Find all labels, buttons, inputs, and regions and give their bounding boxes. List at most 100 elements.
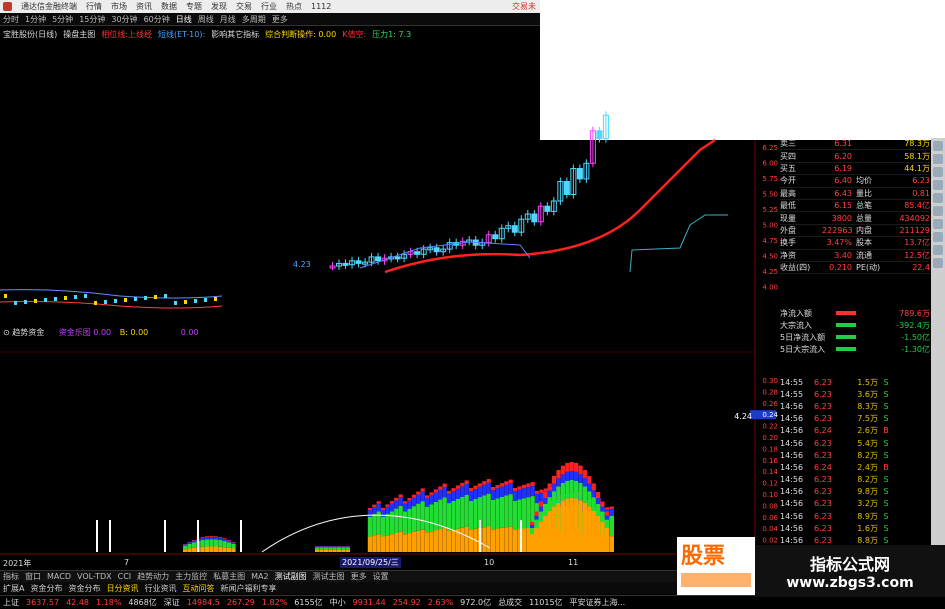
volume-bar xyxy=(547,497,552,511)
volume-bar xyxy=(526,497,531,529)
volume-bar xyxy=(508,479,513,484)
indicator-tab[interactable]: 设置 xyxy=(373,571,389,582)
volume-bar xyxy=(604,519,609,528)
mini-marker xyxy=(134,297,137,301)
volume-bar xyxy=(455,485,460,489)
volume-bar xyxy=(460,496,465,528)
indicator-tab[interactable]: 测试主图 xyxy=(313,571,345,582)
volume-bar xyxy=(556,486,561,503)
volume-spike xyxy=(240,520,242,552)
tick-list[interactable]: 14:55 6.23 1.5万 S 14:55 6.23 3.6万 S 14:56 6.23 8.3… xyxy=(780,376,930,571)
volume-bar xyxy=(530,528,535,534)
volume-bar xyxy=(578,465,583,475)
volume-bar xyxy=(609,506,614,509)
indicator-tab[interactable]: VOL-TDX xyxy=(77,572,112,581)
quote-value: 3800 xyxy=(831,213,852,223)
side-tool-icon[interactable] xyxy=(933,154,943,164)
quote-value2: 44.1万 xyxy=(904,163,930,173)
indicator-tab[interactable]: MACD xyxy=(47,572,71,581)
volume-bar xyxy=(535,493,540,504)
side-tool-icon[interactable] xyxy=(933,232,943,242)
volume-bar xyxy=(433,501,438,531)
volume-bar xyxy=(491,529,496,552)
quote-label2: 总笔 xyxy=(856,201,872,211)
volume-bar xyxy=(425,498,430,507)
indicator-tab[interactable]: 更多 xyxy=(351,571,367,582)
volume-bar xyxy=(547,490,552,498)
tick-row: 14:56 6.23 8.2万 S xyxy=(780,449,930,461)
mini-marker xyxy=(124,298,127,302)
volume-bar xyxy=(513,500,518,530)
quote-panel: 卖三 6.31 78.3万 买四 6.20 58.1万 买五 6.19 44.1万 今开 6.40 均… xyxy=(780,138,930,275)
volume-bar xyxy=(227,542,232,548)
info-tab[interactable]: 行业资讯 xyxy=(144,583,176,594)
volume-bar xyxy=(596,498,601,504)
tick-direction: S xyxy=(883,389,889,399)
info-tab[interactable]: 互动问答 xyxy=(182,583,214,594)
sub-tick: 0.02 xyxy=(762,537,778,545)
indicator-tab[interactable]: 私募主图 xyxy=(213,571,245,582)
price-tick: 4.00 xyxy=(762,284,778,292)
volume-bar xyxy=(556,470,561,479)
quote-row: 买四 6.20 58.1万 xyxy=(780,150,930,163)
info-tab[interactable]: 资金分布 xyxy=(30,583,62,594)
volume-bar xyxy=(222,547,227,552)
quote-value: 222963 xyxy=(822,225,853,235)
volume-bar xyxy=(521,488,526,499)
volume-bar xyxy=(403,503,408,512)
indicator-tab[interactable]: MA2 xyxy=(251,572,268,581)
tick-row: 14:56 6.24 2.4万 B xyxy=(780,461,930,473)
tick-price: 6.23 xyxy=(814,536,832,546)
volume-bar xyxy=(477,486,482,498)
volume-bar xyxy=(587,476,592,484)
fund-flow-panel: 净流入额 789.6万 大宗流入 -392.4万 5日净流入额 -1.50亿 5日大宗流入 -… xyxy=(780,307,930,355)
volume-bar xyxy=(323,549,328,552)
quote-value2: 78.3万 xyxy=(904,139,930,149)
volume-bar xyxy=(191,540,196,541)
volume-bar xyxy=(420,488,425,492)
volume-bar xyxy=(451,500,456,530)
volume-bar xyxy=(319,547,324,550)
side-tool-icon[interactable] xyxy=(933,141,943,151)
sub-tick: 0.12 xyxy=(762,480,778,488)
volume-bar xyxy=(222,538,227,540)
fund-flow-bar xyxy=(836,311,856,315)
side-tool-icon[interactable] xyxy=(933,167,943,177)
volume-bar xyxy=(538,501,543,507)
quote-value2: 6.23 xyxy=(912,176,930,186)
sub-tick: 0.26 xyxy=(762,400,778,408)
side-tool-icon[interactable] xyxy=(933,219,943,229)
indicator-tab[interactable]: 主力监控 xyxy=(175,571,207,582)
info-tab[interactable]: 新闻户福利专享 xyxy=(220,583,276,594)
indicator-tab[interactable]: 指标 xyxy=(3,571,19,582)
tick-direction: S xyxy=(883,511,889,521)
indicator-tab[interactable]: 窗口 xyxy=(25,571,41,582)
status-item: 11015亿 xyxy=(529,598,563,607)
volume-bar xyxy=(574,462,579,472)
info-tab[interactable]: 资金分布 xyxy=(68,583,100,594)
quote-row: 换手 3.47% 股本 13.7亿 xyxy=(780,237,930,250)
side-tool-icon[interactable] xyxy=(933,258,943,268)
sub-tick: 0.20 xyxy=(762,434,778,442)
indicator-tab[interactable]: 测试副图 xyxy=(275,571,307,582)
indicator-tab[interactable]: 趋势动力 xyxy=(137,571,169,582)
mini-marker xyxy=(174,301,177,305)
volume-bar xyxy=(332,549,337,552)
side-tool-icon[interactable] xyxy=(933,245,943,255)
info-tab[interactable]: 日分资讯 xyxy=(106,583,138,594)
side-tool-icon[interactable] xyxy=(933,206,943,216)
volume-bar xyxy=(389,501,394,504)
volume-bar xyxy=(429,492,434,496)
volume-bar xyxy=(442,528,447,552)
quote-value: 6.43 xyxy=(834,188,852,198)
indicator-tab[interactable]: CCI xyxy=(118,572,132,581)
volume-bar xyxy=(187,542,192,544)
price-axis: 6.25 6.00 5.75 5.50 5.25 5.00 4.75 4.50 4.25 4.00 xyxy=(762,144,778,292)
sub-tick: 0.10 xyxy=(762,491,778,499)
side-tool-icon[interactable] xyxy=(933,180,943,190)
side-tool-icon[interactable] xyxy=(933,193,943,203)
volume-bar xyxy=(473,488,478,499)
side-toolbar[interactable] xyxy=(931,138,945,558)
volume-bar xyxy=(596,516,601,552)
info-tab[interactable]: 扩展A xyxy=(3,583,24,594)
